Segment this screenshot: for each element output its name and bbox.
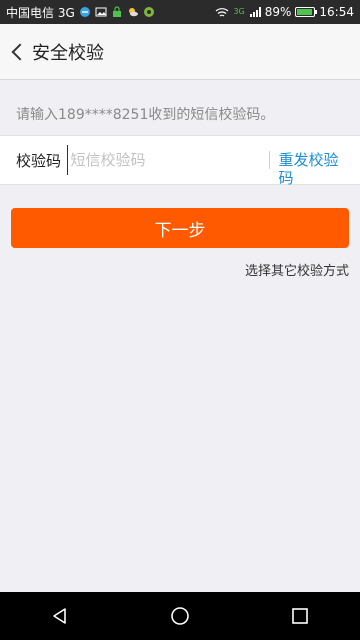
circle-home-icon xyxy=(171,607,189,625)
code-label: 校验码 xyxy=(16,151,62,170)
status-bar: 中国电信 3G 3G 89% 16:54 xyxy=(0,0,360,24)
status-left: 中国电信 3G xyxy=(6,4,215,21)
status-right: 3G 89% 16:54 xyxy=(215,5,354,19)
clock: 16:54 xyxy=(319,5,354,19)
network-type-badge: 3G xyxy=(233,7,245,16)
triangle-back-icon xyxy=(53,608,66,624)
browser-icon xyxy=(79,7,90,17)
code-input[interactable] xyxy=(67,145,270,175)
nav-recents-button[interactable] xyxy=(280,596,320,636)
page-title: 安全校验 xyxy=(32,42,104,64)
verification-code-row: 校验码 重发校验码 xyxy=(0,135,360,187)
signal-icon xyxy=(249,7,261,17)
carrier-text: 中国电信 3G xyxy=(6,5,75,20)
chevron-left-icon xyxy=(11,43,29,60)
next-step-button[interactable]: 下一步 xyxy=(11,208,349,248)
system-nav-bar xyxy=(0,592,360,640)
header-bar: 安全校验 xyxy=(0,24,360,80)
battery-percent: 89% xyxy=(264,5,292,19)
nav-home-button[interactable] xyxy=(160,596,200,636)
wifi-icon xyxy=(216,8,229,17)
resend-code-link[interactable]: 重发校验码 xyxy=(269,151,360,187)
other-verification-method-link[interactable]: 选择其它校验方式 xyxy=(245,260,349,279)
screen: 中国电信 3G 3G 89% 16:54 安全校验 请输入189****8251… xyxy=(0,0,360,640)
nav-back-button[interactable] xyxy=(40,596,80,636)
image-icon xyxy=(95,7,107,17)
app-notification-icon xyxy=(143,7,154,17)
weather-icon xyxy=(128,8,138,17)
lock-icon xyxy=(112,6,121,17)
square-recents-icon xyxy=(292,608,308,624)
back-button[interactable]: 安全校验 xyxy=(0,39,104,65)
sms-hint-text: 请输入189****8251收到的短信校验码。 xyxy=(16,107,275,123)
battery-icon xyxy=(295,7,318,17)
